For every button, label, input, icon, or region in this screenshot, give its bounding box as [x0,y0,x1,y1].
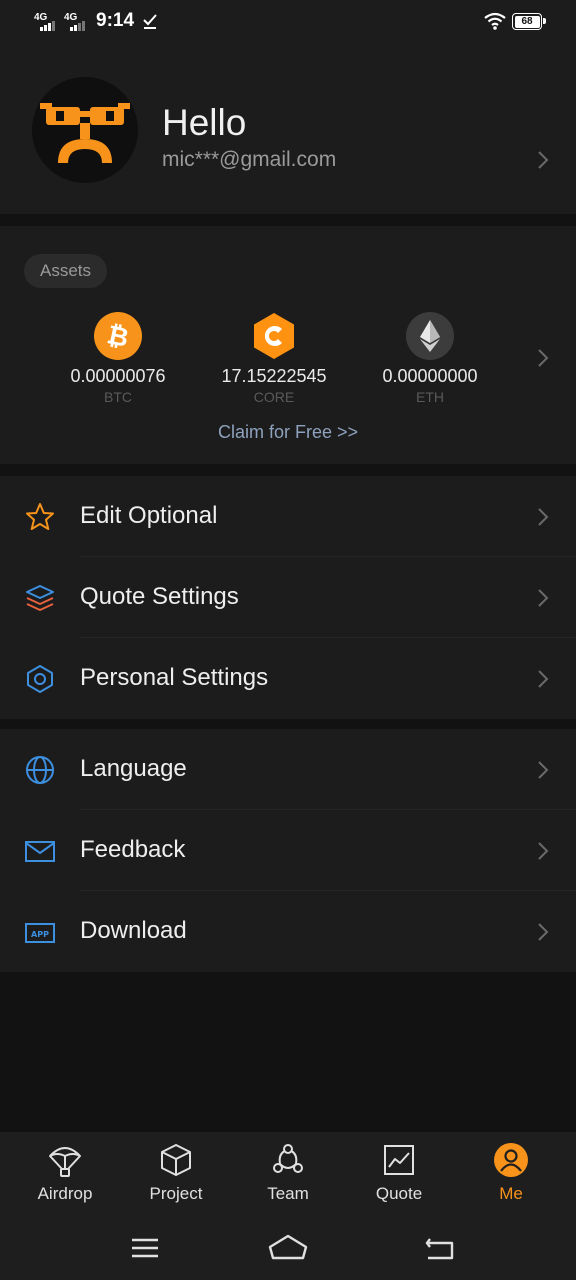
assets-card[interactable]: Assets ₿ 0.00000076 BTC 17.15222545 CORE [0,226,576,464]
mail-icon [25,841,55,862]
coin-eth[interactable]: 0.00000000 ETH [355,312,505,405]
layers-icon [26,585,54,611]
status-bar: 4G 4G 9:14 68 [0,0,576,44]
tab-team[interactable]: Team [232,1132,344,1216]
chart-icon [384,1145,414,1175]
check-icon [143,14,157,29]
menu-item-label: Quote Settings [80,583,239,610]
coin-amount: 0.00000076 [70,366,166,386]
team-icon [273,1144,303,1173]
menu-group-2: Language Feedback APP Download [0,729,576,972]
system-navigation-bar [0,1216,576,1280]
chevron-right-icon [538,670,549,688]
bitcoin-icon: ₿ [94,312,142,360]
user-email: mic***@gmail.com [162,148,337,171]
signal-label: 4G [64,12,78,23]
coin-core[interactable]: 17.15222545 CORE [199,312,349,405]
tab-label: Airdrop [37,1184,93,1203]
chevron-right-icon [538,508,549,526]
battery-icon: 68 [512,13,546,30]
core-coin-icon [254,313,294,359]
menu-item-personal-settings[interactable]: Personal Settings [0,638,576,719]
cellular-signal-icon: 4G [34,12,56,32]
assets-tag: Assets [24,254,108,288]
tab-project[interactable]: Project [120,1132,232,1216]
user-icon [494,1143,528,1177]
app-icon: APP [25,923,55,943]
back-icon[interactable] [419,1230,459,1266]
chevron-right-icon [538,349,549,367]
avatar-mascot-icon [40,103,130,163]
parachute-icon [49,1147,81,1177]
coin-amount: 17.15222545 [221,366,327,386]
claim-for-free-link[interactable]: Claim for Free >> [0,422,576,443]
menu-item-download[interactable]: APP Download [0,891,576,972]
signal-label: 4G [34,12,48,23]
chevron-right-icon [538,923,549,941]
chevron-right-icon [538,151,549,169]
menu-item-label: Personal Settings [80,664,269,691]
battery-level: 68 [521,16,533,27]
menu-item-quote-settings[interactable]: Quote Settings [0,557,576,638]
cube-icon [161,1144,191,1176]
menu-item-label: Feedback [80,836,186,863]
menu-item-feedback[interactable]: Feedback [0,810,576,891]
wifi-icon [484,12,506,30]
chevron-right-icon [538,842,549,860]
tab-quote[interactable]: Quote [343,1132,455,1216]
avatar[interactable] [32,77,138,183]
cellular-signal-icon: 4G [64,12,86,32]
chevron-right-icon [538,589,549,607]
tab-me[interactable]: Me [455,1132,567,1216]
coin-symbol: BTC [104,389,132,405]
star-icon [26,503,54,530]
screen: 4G 4G 9:14 68 Hello mic***@gmail.com Ass… [0,0,576,1280]
menu-icon[interactable] [125,1230,165,1266]
ethereum-icon [406,312,454,360]
home-icon[interactable] [268,1230,308,1266]
tab-label: Team [267,1184,309,1203]
profile-card[interactable]: Hello mic***@gmail.com [0,44,576,214]
tab-label: Project [149,1184,203,1203]
menu-item-label: Language [80,755,187,782]
tab-label: Quote [375,1184,423,1203]
tab-label: Me [499,1184,523,1203]
chevron-right-icon [538,761,549,779]
menu-group-1: Edit Optional Quote Settings Personal Se… [0,476,576,719]
coin-btc[interactable]: ₿ 0.00000076 BTC [43,312,193,405]
coin-amount: 0.00000000 [382,366,478,386]
bottom-tab-bar: Airdrop Project Team Quote Me [0,1132,576,1216]
svg-text:APP: APP [31,930,49,939]
coin-symbol: ETH [416,389,444,405]
tab-airdrop[interactable]: Airdrop [9,1132,121,1216]
menu-item-language[interactable]: Language [0,729,576,810]
coin-symbol: CORE [253,389,295,405]
status-time: 9:14 [96,10,135,31]
menu-item-label: Edit Optional [80,502,218,529]
globe-icon [26,756,54,784]
hexagon-settings-icon [27,665,53,693]
menu-item-label: Download [80,917,187,944]
menu-item-edit-optional[interactable]: Edit Optional [0,476,576,557]
greeting-text: Hello [162,102,247,143]
